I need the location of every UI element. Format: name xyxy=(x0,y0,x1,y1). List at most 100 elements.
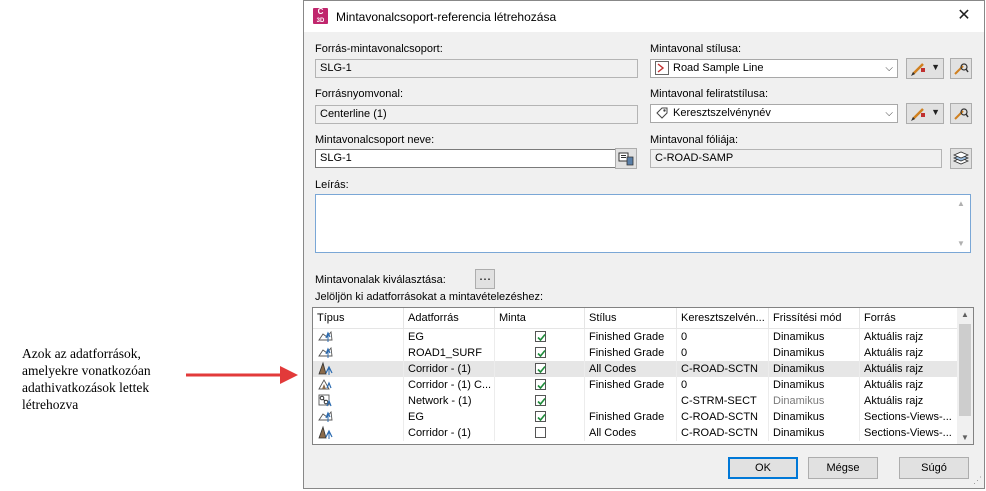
origin-cell: Sections-Views-... xyxy=(860,409,958,425)
help-button[interactable]: Súgó xyxy=(899,457,969,479)
sample-cell xyxy=(495,361,585,377)
ellipsis-icon: ⋯ xyxy=(479,272,491,286)
surface-icon xyxy=(318,346,333,358)
name-template-icon xyxy=(618,152,634,166)
corridor-icon xyxy=(318,425,333,439)
update-cell: Dinamikus xyxy=(769,425,860,441)
type-cell xyxy=(313,361,404,377)
column-header-type[interactable]: Típus xyxy=(313,308,404,328)
table-row[interactable]: ROAD1_SURF Finished Grade 0 Dinamikus Aktuál… xyxy=(313,345,958,361)
sample-cell xyxy=(495,345,585,361)
label-style-icon xyxy=(656,107,668,119)
scroll-thumb[interactable] xyxy=(959,324,971,416)
table-scrollbar[interactable]: ▲ ▼ xyxy=(957,308,973,444)
sample-checkbox[interactable] xyxy=(535,395,546,406)
name-template-button[interactable] xyxy=(615,148,637,169)
section-cell: C-ROAD-SCTN xyxy=(677,425,769,441)
column-header-source[interactable]: Adatforrás xyxy=(404,308,495,328)
update-cell: Dinamikus xyxy=(769,361,860,377)
table-row[interactable]: Network - (1) C-STRM-SECT Dinamikus Aktuáli… xyxy=(313,393,958,409)
style-edit-icon xyxy=(911,63,925,76)
source-group-label: Forrás-mintavonalcsoport: xyxy=(315,43,443,55)
sample-line-style-edit-button[interactable]: ▼ xyxy=(906,58,944,79)
type-cell xyxy=(313,425,404,441)
style-preview-icon xyxy=(954,108,969,120)
table-header: Típus Adatforrás Minta Stílus Keresztsze… xyxy=(313,308,958,329)
column-header-update-mode[interactable]: Frissítési mód xyxy=(769,308,860,328)
sample-cell xyxy=(495,409,585,425)
table-row[interactable]: EG Finished Grade 0 Dinamikus Aktuális rajz xyxy=(313,329,958,345)
instruction-text: Jelöljön ki adatforrásokat a mintavétele… xyxy=(315,291,544,303)
layer-label: Mintavonal fóliája: xyxy=(650,134,739,146)
checkmark-icon xyxy=(537,413,546,422)
column-header-sample[interactable]: Minta xyxy=(495,308,585,328)
sample-checkbox[interactable] xyxy=(535,331,546,342)
select-lines-button[interactable]: ⋯ xyxy=(475,269,495,289)
label-style-value: Keresztszelvénynév xyxy=(673,107,771,119)
sample-line-style-preview-button[interactable] xyxy=(950,58,972,79)
surface-icon xyxy=(318,330,333,342)
checkmark-icon xyxy=(537,365,546,374)
corridor-surface-icon xyxy=(318,378,332,390)
select-lines-label: Mintavonalak kiválasztása: xyxy=(315,274,446,286)
table-row[interactable]: Corridor - (1) All Codes C-ROAD-SCTN Dinami… xyxy=(313,425,958,441)
sample-checkbox[interactable] xyxy=(535,379,546,390)
update-cell: Dinamikus xyxy=(769,409,860,425)
type-cell xyxy=(313,393,404,409)
surface-icon xyxy=(318,410,333,422)
style-preview-icon xyxy=(954,63,969,75)
caret-down-icon: ▼ xyxy=(931,62,940,72)
section-cell: C-STRM-SECT xyxy=(677,393,769,409)
checkmark-icon xyxy=(537,397,546,406)
dialog-window: C 3D Mintavonalcsoport-referencia létreho… xyxy=(303,0,985,489)
close-button[interactable]: ✕ xyxy=(952,5,976,27)
sample-cell xyxy=(495,425,585,441)
sample-cell xyxy=(495,377,585,393)
update-cell: Dinamikus xyxy=(769,345,860,361)
sample-checkbox[interactable] xyxy=(535,363,546,374)
resize-grip-icon[interactable]: ⋰ xyxy=(973,475,982,486)
origin-cell: Aktuális rajz xyxy=(860,329,958,345)
source-cell: Network - (1) xyxy=(404,393,495,409)
civil3d-app-icon: C 3D xyxy=(313,8,328,24)
annotation-arrow xyxy=(186,366,298,384)
source-cell: Corridor - (1) C... xyxy=(404,377,495,393)
sample-checkbox[interactable] xyxy=(535,347,546,358)
description-textarea[interactable]: ▲ ▼ xyxy=(315,194,971,253)
scroll-down-icon: ▼ xyxy=(957,239,965,248)
label-style-select[interactable]: Keresztszelvénynév ⌵ xyxy=(650,104,898,123)
sample-cell xyxy=(495,393,585,409)
column-header-style[interactable]: Stílus xyxy=(585,308,677,328)
group-name-label: Mintavonalcsoport neve: xyxy=(315,134,435,146)
scroll-up-icon: ▲ xyxy=(961,310,969,319)
section-cell: 0 xyxy=(677,345,769,361)
style-edit-icon xyxy=(911,108,925,121)
cancel-button[interactable]: Mégse xyxy=(808,457,878,479)
ok-button[interactable]: OK xyxy=(728,457,798,479)
sample-line-style-icon xyxy=(655,61,669,76)
column-header-origin[interactable]: Forrás xyxy=(860,308,958,328)
sample-line-style-select[interactable]: Road Sample Line ⌵ xyxy=(650,59,898,78)
sample-checkbox[interactable] xyxy=(535,411,546,422)
update-cell: Dinamikus xyxy=(769,393,860,409)
dialog-title: Mintavonalcsoport-referencia létrehozása xyxy=(336,10,557,24)
type-cell xyxy=(313,377,404,393)
label-style-edit-button[interactable]: ▼ xyxy=(906,103,944,124)
label-style-preview-button[interactable] xyxy=(950,103,972,124)
source-alignment-label: Forrásnyomvonal: xyxy=(315,88,404,100)
origin-cell: Aktuális rajz xyxy=(860,393,958,409)
update-cell: Dinamikus xyxy=(769,329,860,345)
source-alignment-field: Centerline (1) xyxy=(315,105,638,124)
corridor-icon xyxy=(318,361,333,375)
table-row[interactable]: Corridor - (1) All Codes C-ROAD-SCTN Dinami… xyxy=(313,361,958,377)
origin-cell: Aktuális rajz xyxy=(860,345,958,361)
layer-select-button[interactable] xyxy=(950,148,972,169)
table-row[interactable]: EG Finished Grade C-ROAD-SCTN Dinamikus Sect… xyxy=(313,409,958,425)
origin-cell: Aktuális rajz xyxy=(860,361,958,377)
table-row[interactable]: Corridor - (1) C... Finished Grade 0 Dinami… xyxy=(313,377,958,393)
description-label: Leírás: xyxy=(315,179,349,191)
description-scrollbar[interactable]: ▲ ▼ xyxy=(954,195,970,252)
column-header-section[interactable]: Keresztszelvén... xyxy=(677,308,769,328)
sample-checkbox[interactable] xyxy=(535,427,546,438)
group-name-input[interactable]: SLG-1 xyxy=(315,149,636,168)
